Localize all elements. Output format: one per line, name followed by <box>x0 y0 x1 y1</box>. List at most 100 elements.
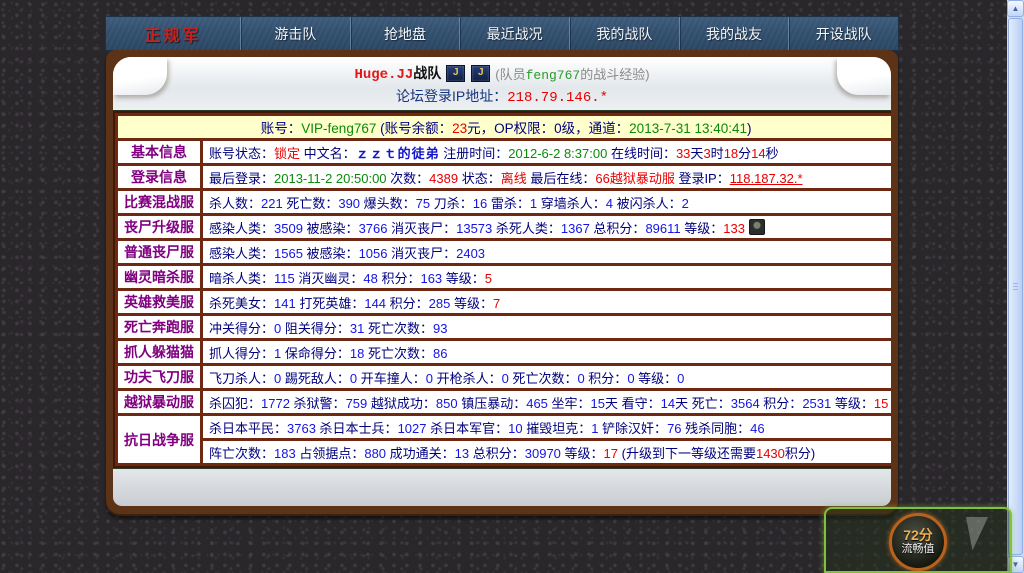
scrollbar-thumb[interactable] <box>1008 18 1023 555</box>
forum-ip-label: 论坛登录IP地址： <box>396 88 507 104</box>
text-segment: 75 <box>416 196 430 211</box>
text-segment: 中文名： <box>300 146 356 161</box>
text-segment: 2 <box>682 196 689 211</box>
text-segment: 18 <box>350 346 364 361</box>
table-row: 阵亡次数：183 占领据点：880 成功通关：13 总积分：30970 等级：1… <box>118 441 891 463</box>
text-segment: 离线 <box>501 171 527 186</box>
text-segment: 飞刀杀人： <box>209 371 274 386</box>
text-segment: 93 <box>433 321 447 336</box>
text-segment: 杀日本平民： <box>209 421 287 436</box>
text-segment: 1056 <box>359 246 388 261</box>
text-segment: 5 <box>485 271 492 286</box>
text-segment: 3763 <box>287 421 316 436</box>
text-segment: 保命得分： <box>281 346 350 361</box>
text-segment: 总积分： <box>469 446 525 461</box>
text-segment: 消灭幽灵： <box>295 271 364 286</box>
text-segment: 390 <box>338 196 360 211</box>
text-segment: 死亡次数： <box>509 371 578 386</box>
vertical-scrollbar[interactable]: ▲ ▼ <box>1007 0 1024 573</box>
table-row: 越狱暴动服杀囚犯：1772 杀狱警：759 越狱成功：850 镇压暴动：465 … <box>118 391 891 413</box>
server-label: 比赛混战服 <box>118 191 200 213</box>
server-label: 普通丧尸服 <box>118 241 200 263</box>
text-segment: 杀狱警： <box>290 396 346 411</box>
text-segment: 465 <box>526 396 548 411</box>
text-segment: 86 <box>433 346 447 361</box>
content-panel: Huge.JJ战队 J J (队员feng767的战斗经验) 论坛登录IP地址：… <box>106 50 898 516</box>
text-segment: 打死英雄： <box>296 296 365 311</box>
nav-tab[interactable]: 开设战队 <box>788 17 898 50</box>
text-segment: 31 <box>350 321 364 336</box>
text-segment[interactable]: 118.187.32.* <box>730 171 803 186</box>
text-segment: 登录IP： <box>675 171 730 186</box>
text-segment: 46 <box>750 421 764 436</box>
nav-tab[interactable]: 我的战友 <box>679 17 789 50</box>
text-segment: 76 <box>667 421 681 436</box>
text-segment: 0 <box>627 371 634 386</box>
text-segment: 2012-6-2 8:37:00 <box>508 146 607 161</box>
speed-caption: 流畅值 <box>902 543 935 556</box>
table-row: 功夫飞刀服飞刀杀人：0 踢死敌人：0 开车撞人：0 开枪杀人：0 死亡次数：0 … <box>118 366 891 388</box>
text-segment: 等级： <box>450 296 493 311</box>
text-segment: 锁定 <box>274 146 300 161</box>
stats-values: 杀人数：221 死亡数：390 爆头数：75 刀杀：16 雷杀：1 穿墙杀人：4… <box>203 191 891 213</box>
text-segment: 死亡次数： <box>364 346 433 361</box>
stats-values: 飞刀杀人：0 踢死敌人：0 开车撞人：0 开枪杀人：0 死亡次数：0 积分：0 … <box>203 366 891 388</box>
text-segment: 积分： <box>386 296 429 311</box>
text-segment: 开车撞人： <box>357 371 426 386</box>
watermark-decoration <box>966 517 1000 561</box>
text-segment: 2013-7-31 13:40:41 <box>629 121 747 136</box>
stats-values: 阵亡次数：183 占领据点：880 成功通关：13 总积分：30970 等级：1… <box>203 441 891 463</box>
text-segment: 天 <box>690 146 703 161</box>
stats-values: 暗杀人类：115 消灭幽灵：48 积分：163 等级：5 <box>203 266 891 288</box>
speedtest-watermark: 72分 流畅值 <box>824 507 1012 573</box>
text-segment: 144 <box>364 296 386 311</box>
text-segment: 杀日本士兵： <box>316 421 398 436</box>
forum-ip-value: 218.79.146.* <box>507 90 608 106</box>
text-segment: 285 <box>429 296 451 311</box>
account-summary-row: 账号：VIP-feng767 (账号余额：23元，OP权限：0级，通道：2013… <box>118 116 891 138</box>
nav-tab[interactable]: 最近战况 <box>459 17 569 50</box>
text-segment: 杀死人类： <box>492 221 561 236</box>
text-segment: 15 <box>874 396 888 411</box>
team-name-red: Huge.JJ <box>354 67 413 83</box>
text-segment: 等级： <box>561 446 604 461</box>
nav-tab[interactable]: 抢地盘 <box>350 17 460 50</box>
text-segment: 阻关得分： <box>281 321 350 336</box>
table-row: 比赛混战服杀人数：221 死亡数：390 爆头数：75 刀杀：16 雷杀：1 穿… <box>118 191 891 213</box>
text-segment: 115 <box>274 271 295 286</box>
text-segment: 2531 <box>802 396 831 411</box>
member-name: feng767 <box>526 68 581 83</box>
text-segment: 1027 <box>398 421 427 436</box>
table-row: 幽灵暗杀服暗杀人类：115 消灭幽灵：48 积分：163 等级：5 <box>118 266 891 288</box>
text-segment: 铲除汉奸： <box>598 421 667 436</box>
text-segment: 850 <box>436 396 458 411</box>
stats-values: 杀日本平民：3763 杀日本士兵：1027 杀日本军官：10 摧毁坦克：1 铲除… <box>203 416 891 438</box>
text-segment: 镇压暴动： <box>458 396 527 411</box>
top-navigation: 正规军 游击队抢地盘最近战况我的战队我的战友开设战队 <box>106 17 898 50</box>
text-segment: 759 <box>346 396 368 411</box>
nav-tab[interactable]: 我的战队 <box>569 17 679 50</box>
table-row: 抗日战争服杀日本平民：3763 杀日本士兵：1027 杀日本军官：10 摧毁坦克… <box>118 416 891 438</box>
text-segment: 爆头数： <box>360 196 416 211</box>
text-segment: 元，OP权限： <box>467 121 554 136</box>
text-segment: 等级： <box>681 221 724 236</box>
text-segment: 踢死敌人： <box>281 371 350 386</box>
text-segment: 杀死美女： <box>209 296 274 311</box>
text-segment: 1772 <box>261 396 290 411</box>
nav-tab[interactable]: 游击队 <box>240 17 350 50</box>
text-segment: (账号余额： <box>376 121 452 136</box>
nav-logo[interactable]: 正规军 <box>106 17 240 50</box>
text-segment: 1430 <box>756 446 785 461</box>
text-segment: 摧毁坦克： <box>523 421 592 436</box>
stats-values: 账号状态：锁定 中文名：ｚｚｔ的徒弟 注册时间：2012-6-2 8:37:00… <box>203 141 891 163</box>
text-segment: 23 <box>452 121 467 136</box>
text-segment: 18 <box>724 146 738 161</box>
forum-ip-line: 论坛登录IP地址：218.79.146.* <box>113 86 891 104</box>
text-segment: 1 <box>530 196 537 211</box>
text-segment: 1565 <box>274 246 303 261</box>
text-segment: 2013-11-2 20:50:00 <box>274 171 387 186</box>
stats-values: 杀死美女：141 打死英雄：144 积分：285 等级：7 <box>203 291 891 313</box>
scroll-up-icon[interactable]: ▲ <box>1007 0 1024 17</box>
text-segment: 13 <box>455 446 469 461</box>
text-segment: 被闪杀人： <box>613 196 682 211</box>
